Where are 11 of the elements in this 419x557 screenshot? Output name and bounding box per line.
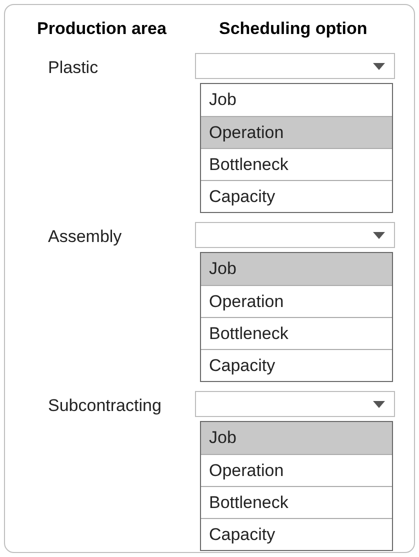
area-label: Assembly	[48, 227, 122, 246]
area-label: Subcontracting	[48, 396, 162, 415]
option-item[interactable]: Job	[201, 253, 392, 285]
column-header: Production area	[36, 18, 168, 40]
dropdown[interactable]	[195, 222, 395, 248]
dropdown[interactable]	[195, 53, 395, 79]
option-item[interactable]: Job	[201, 422, 392, 454]
area-label: Plastic	[48, 58, 98, 77]
dropdown[interactable]	[195, 391, 395, 417]
column-header: Scheduling option	[218, 18, 368, 40]
option-item[interactable]: Operation	[201, 116, 392, 148]
